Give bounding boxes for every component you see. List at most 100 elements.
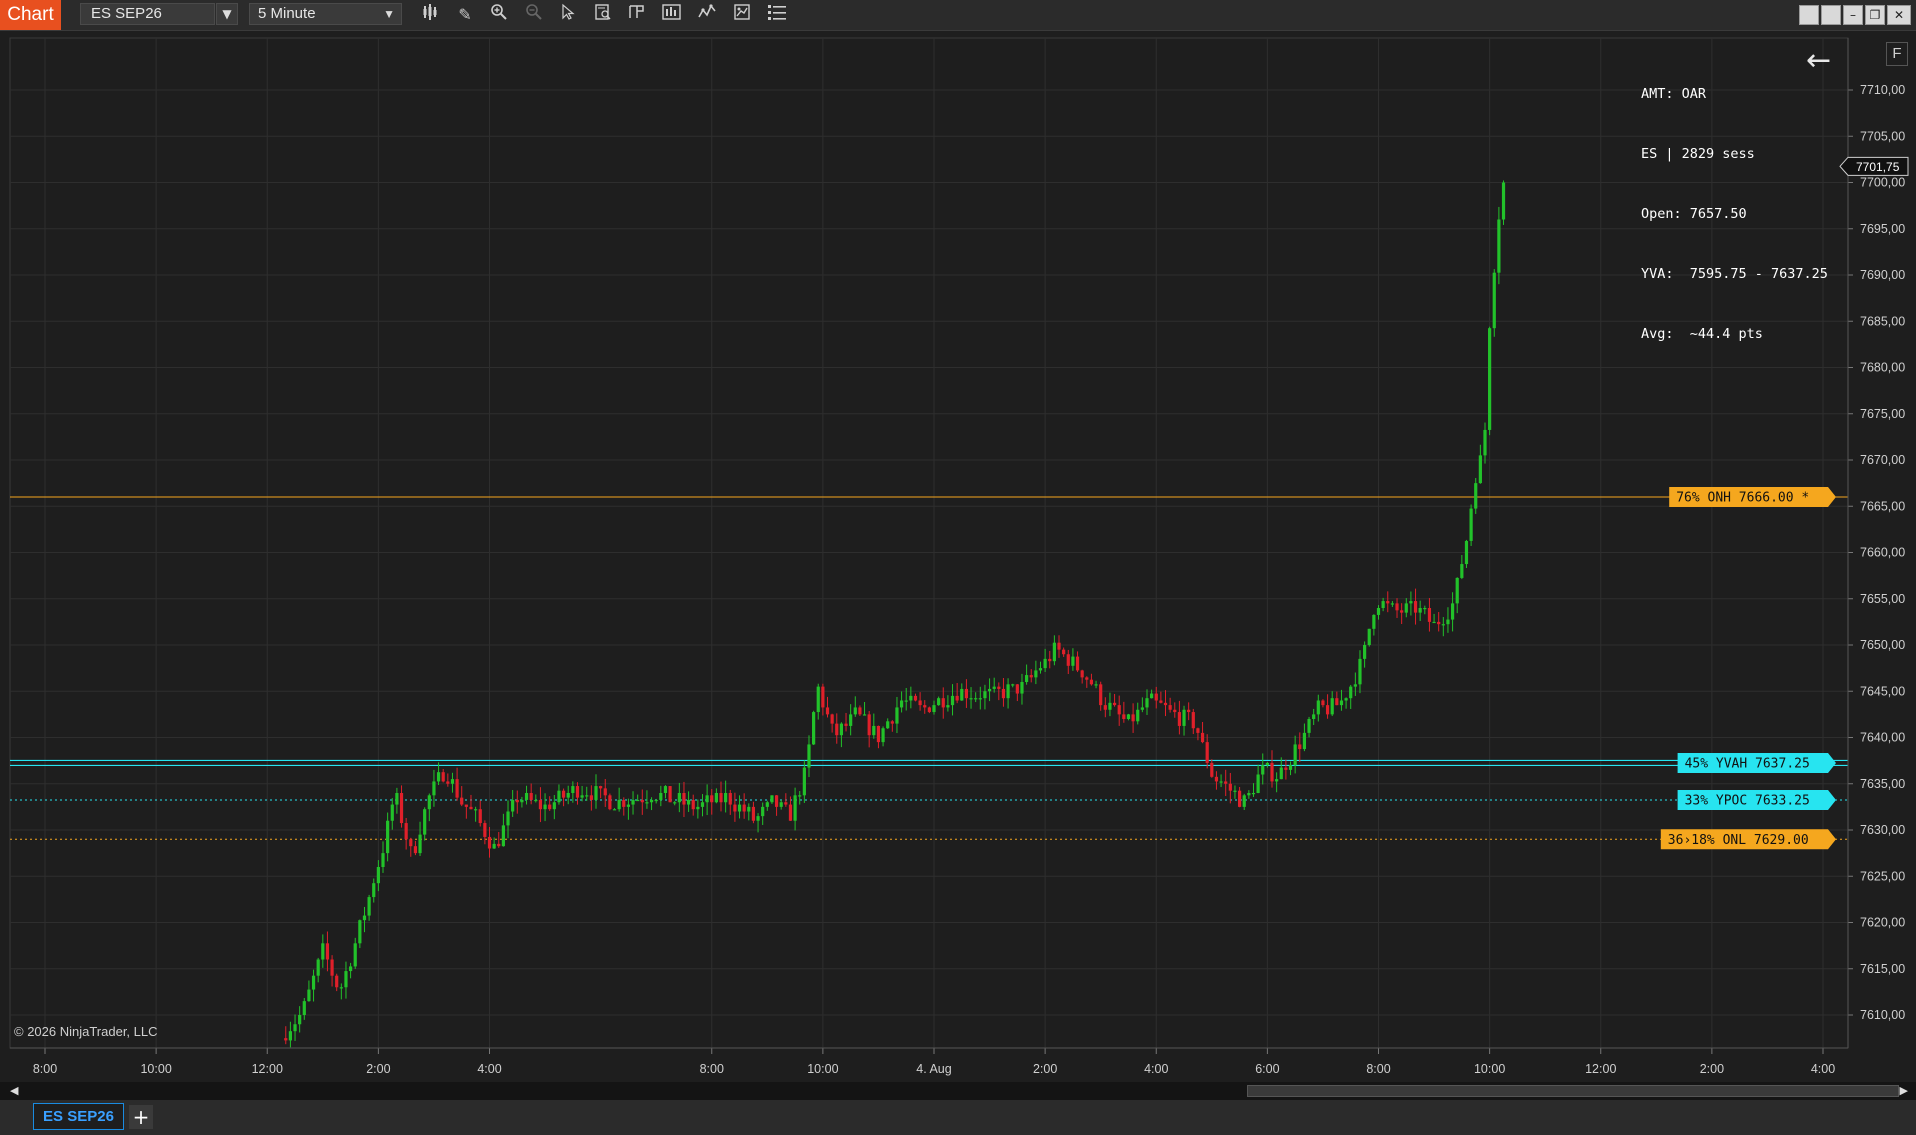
candle-body [756, 816, 760, 821]
price-axis[interactable]: 7610,00 7615,00 7620,00 7625,00 7630,00 7635,… [1839, 38, 1909, 1048]
candle-body [1094, 684, 1098, 686]
y-tick-label: 7695,00 [1860, 222, 1905, 236]
candle-body [779, 802, 783, 807]
info-line-amt: AMT: OAR [1641, 86, 1707, 102]
candle-body [1441, 624, 1445, 626]
candle-body [307, 989, 311, 1002]
period-selector[interactable]: 5 Minute ▼ [249, 3, 402, 25]
back-arrow-icon[interactable]: ← [1806, 46, 1831, 76]
instrument-dropdown-icon[interactable]: ▼ [216, 3, 238, 25]
app-tab-chart[interactable]: Chart [0, 0, 61, 30]
candle-body [390, 804, 394, 821]
candle-body [798, 795, 802, 797]
time-axis[interactable]: 8:00 10:00 12:00 2:00 4:00 8:00 10:00 4. Aug 2:0… [10, 1047, 1848, 1076]
candle-body [455, 779, 459, 798]
candle-body [1483, 429, 1487, 456]
candle-body [1015, 684, 1019, 694]
candle-body [1353, 684, 1357, 687]
candle-body [913, 695, 918, 701]
maximize-icon[interactable]: ❐ [1865, 5, 1885, 25]
candle-body [335, 975, 339, 988]
zoom-out-icon[interactable] [522, 3, 546, 27]
close-icon[interactable]: ✕ [1887, 5, 1911, 25]
y-tick-label: 7710,00 [1860, 83, 1905, 97]
zoom-in-icon[interactable] [487, 3, 511, 27]
candle-body [923, 705, 927, 708]
candle-body [1140, 707, 1144, 710]
candle-body [1395, 603, 1399, 611]
candle-body [821, 686, 825, 708]
properties-icon[interactable] [765, 3, 789, 27]
candle-body [886, 721, 890, 729]
candle-body [793, 795, 797, 821]
candle-body [737, 804, 742, 812]
candle-body [626, 804, 631, 807]
candle-body [321, 943, 325, 960]
x-tick-label: 10:00 [807, 1062, 838, 1076]
scroll-right-icon[interactable]: ▶ [1900, 1084, 1908, 1097]
candle-body [839, 723, 843, 736]
candle-body [298, 1015, 302, 1025]
candle-body [761, 806, 765, 817]
candle-body [1034, 670, 1038, 678]
candle-body [436, 772, 441, 782]
candle-body [1307, 719, 1311, 733]
horizontal-scrollbar[interactable]: ◀ ▶ [0, 1082, 1916, 1100]
candle-body [1214, 776, 1219, 782]
restore-icon[interactable] [1799, 5, 1819, 25]
candle-body [1455, 577, 1459, 604]
candle-body [802, 767, 806, 796]
candle-body [1427, 608, 1432, 622]
level-label-text: 33% YPOC 7633.25 [1685, 793, 1810, 808]
candle-body [876, 725, 881, 743]
candle-body [1210, 762, 1214, 777]
indicators-icon[interactable] [695, 3, 719, 27]
candle-body [1168, 705, 1172, 710]
draw-pencil-icon[interactable]: ✎ [453, 3, 477, 27]
data-box-icon[interactable] [591, 3, 615, 27]
candle-body [950, 695, 955, 706]
candle-body [1501, 182, 1506, 220]
templates-icon[interactable] [625, 3, 649, 27]
candle-body [1275, 779, 1279, 782]
candle-body [1126, 714, 1131, 719]
candle-body [1404, 603, 1408, 613]
candle-body [747, 806, 751, 812]
candle-body [719, 793, 723, 803]
tab-es-sep26[interactable]: ES SEP26 [33, 1103, 124, 1130]
scroll-left-icon[interactable]: ◀ [10, 1084, 18, 1097]
x-tick-label: 10:00 [1474, 1062, 1505, 1076]
add-tab-button[interactable]: + [129, 1105, 153, 1129]
tile-icon[interactable] [1821, 5, 1841, 25]
pointer-icon[interactable] [556, 3, 580, 27]
chart-trader-icon[interactable] [660, 3, 684, 27]
candle-body [700, 802, 705, 807]
candle-body [1219, 781, 1223, 783]
f-button[interactable]: F [1886, 42, 1908, 66]
candle-body [1497, 219, 1501, 273]
candle-body [1247, 793, 1251, 796]
strategies-icon[interactable] [730, 3, 754, 27]
candle-body [1029, 675, 1033, 678]
candle-body [506, 811, 510, 826]
instrument-selector[interactable]: ES SEP26 [80, 3, 215, 25]
period-label: 5 Minute [258, 5, 316, 22]
candle-body [1372, 614, 1376, 629]
candle-body [464, 804, 468, 807]
y-tick-label: 7620,00 [1860, 916, 1905, 930]
candle-body [992, 686, 996, 689]
scroll-thumb[interactable] [1247, 1085, 1899, 1097]
chevron-down-icon[interactable]: ▼ [383, 4, 395, 24]
minimize-icon[interactable]: – [1843, 5, 1863, 25]
candle-body [1418, 608, 1422, 613]
y-tick-label: 7645,00 [1860, 684, 1905, 698]
price-chart[interactable]: 7610,00 7615,00 7620,00 7625,00 7630,00 7635,… [0, 30, 1916, 1082]
candle-body [543, 804, 547, 810]
candle-body [589, 795, 593, 800]
candle-body [890, 721, 894, 724]
candle-body [691, 799, 695, 810]
bar-style-icon[interactable] [419, 3, 443, 27]
candle-body [774, 795, 779, 807]
candle-body [1492, 272, 1496, 329]
candle-body [932, 705, 936, 713]
